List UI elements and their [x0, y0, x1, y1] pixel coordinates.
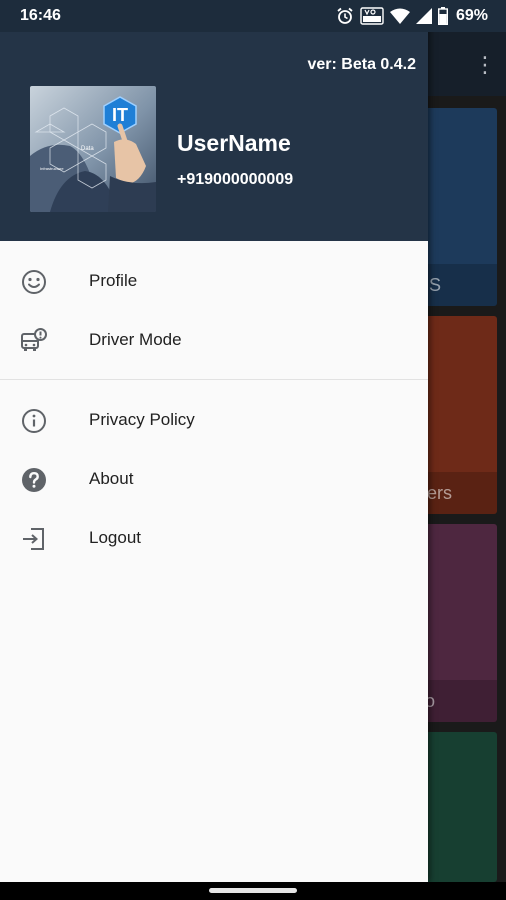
home-gesture-pill[interactable]	[209, 888, 297, 893]
overflow-menu-icon[interactable]: ⋮	[474, 52, 496, 78]
tile-label: ers	[427, 483, 453, 503]
status-time: 16:46	[20, 7, 61, 24]
tile-label: S	[429, 275, 442, 295]
avatar-hex-label: Infrastructure	[40, 166, 64, 171]
wifi-icon	[389, 8, 410, 24]
drawer-header: ver: Beta 0.4.2 IT Data Infrastructure U…	[0, 0, 428, 241]
user-phone: +919000000009	[177, 171, 294, 188]
menu-item-label: Profile	[89, 271, 138, 290]
dashboard-tile[interactable]	[425, 732, 497, 882]
bus-alert-icon	[21, 328, 47, 351]
status-bar: 16:46 69%	[0, 0, 506, 32]
status-icons: 69%	[336, 6, 488, 26]
menu-item-about[interactable]: About	[0, 450, 428, 509]
menu-item-privacy-policy[interactable]: Privacy Policy	[0, 391, 428, 450]
menu-item-label: About	[89, 469, 134, 488]
alarm-icon	[337, 7, 353, 24]
avatar-badge-text: IT	[112, 105, 128, 125]
menu-item-profile[interactable]: Profile	[0, 252, 428, 311]
dashboard-tile[interactable]: S	[425, 108, 497, 306]
navigation-drawer: ver: Beta 0.4.2 IT Data Infrastructure U…	[0, 0, 428, 882]
avatar-hex-label: Data	[81, 146, 94, 152]
dashboard-tile[interactable]: o	[425, 524, 497, 722]
dashboard-tile[interactable]: ers	[425, 316, 497, 514]
battery-icon	[437, 7, 448, 25]
system-nav-bar	[0, 882, 506, 900]
app-version: ver: Beta 0.4.2	[307, 56, 416, 73]
smiley-icon	[22, 270, 46, 294]
user-name: UserName	[177, 130, 291, 156]
battery-percent: 69%	[455, 7, 488, 24]
menu-item-label: Driver Mode	[89, 330, 182, 349]
drawer-menu-primary: Profile Driver Mode	[0, 252, 428, 370]
info-icon	[22, 409, 46, 433]
menu-item-driver-mode[interactable]: Driver Mode	[0, 311, 428, 370]
menu-divider	[0, 379, 428, 380]
avatar[interactable]: IT Data Infrastructure	[30, 86, 156, 212]
menu-item-label: Logout	[89, 528, 141, 547]
volte-icon	[360, 7, 384, 25]
menu-item-label: Privacy Policy	[89, 410, 195, 429]
help-icon	[22, 468, 46, 492]
drawer-menu-secondary: Privacy Policy About Logout	[0, 391, 428, 568]
logout-icon	[23, 528, 44, 550]
menu-item-logout[interactable]: Logout	[0, 509, 428, 568]
cell-signal-icon	[415, 8, 432, 24]
